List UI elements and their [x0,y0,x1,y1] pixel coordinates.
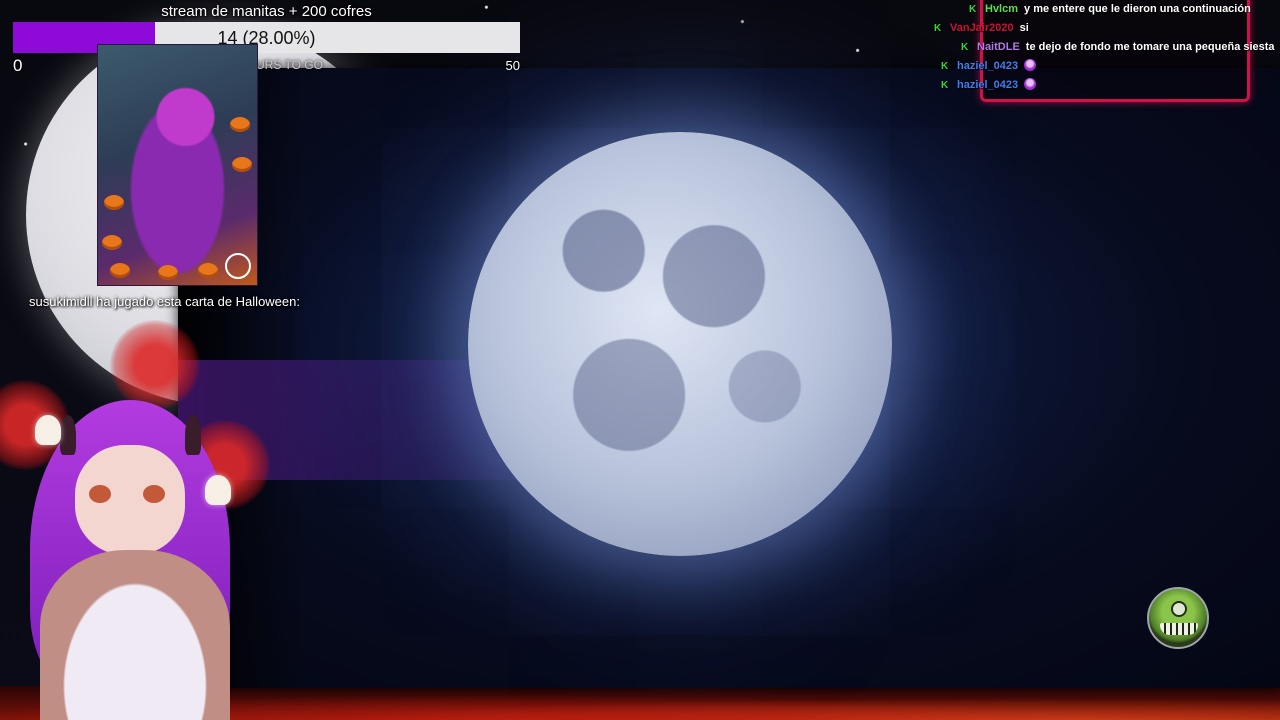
chat-text: te dejo de fondo me tomare una pequeña s… [1025,41,1275,53]
card-played-caption: susukimidll ha jugado esta carta de Hall… [29,294,300,309]
chat-text: si [1019,22,1029,34]
stream-goal-widget: stream de manitas + 200 cofres 14 (28.00… [13,0,520,75]
avatar-horn [60,415,76,455]
pumpkin-icon [102,235,122,250]
kick-badge-icon: K [941,80,949,91]
goal-subtext: URS TO GO [256,58,323,72]
avatar-eye [89,485,111,503]
chat-message: Khaziel_0423 [934,76,1280,95]
pumpkin-icon [230,117,250,132]
red-lily-icon [110,320,200,410]
goal-progress-bar: 14 (28.00%) [13,22,520,53]
goal-progress-value: 14 (28.00%) [217,28,316,48]
avatar-face [75,445,185,555]
chat-text: y me entere que le dieron una continuaci… [1024,3,1251,15]
kick-badge-icon: K [969,4,977,15]
logo-eye [1171,601,1187,617]
halloween-card-image [97,44,258,286]
chat-message: Khaziel_0423 [934,57,1280,76]
chat-username[interactable]: VanJair2020 [950,22,1014,34]
kick-badge-icon: K [934,23,942,34]
ghost-icon [35,415,61,445]
pumpkin-icon [104,195,124,210]
chat-message: K NaitDLE te dejo de fondo me tomare una p… [934,38,1280,57]
purple-emote-icon [1024,78,1037,90]
logo-teeth [1160,623,1198,635]
goal-max-label: 50 [505,58,520,73]
avatar-horn [185,415,201,455]
pumpkin-icon [198,263,218,278]
chat-overlay: K Hvlcm y me entere que le dieron una cont… [934,0,1280,95]
kick-badge-icon: K [961,42,969,53]
chat-message: K VanJair2020 si [934,19,1280,38]
avatar-body [40,550,230,720]
avatar-eye [143,485,165,503]
purple-emote-icon [1024,59,1037,71]
pumpkin-icon [158,265,178,280]
chat-username[interactable]: haziel_0423 [957,79,1018,91]
goal-title: stream de manitas + 200 cofres [161,3,372,20]
chat-username[interactable]: haziel_0423 [957,60,1018,72]
chat-username[interactable]: NaitDLE [977,41,1020,53]
ghost-icon [205,475,231,505]
green-monster-eye-icon [1147,587,1209,649]
full-moon-image [468,132,892,556]
kick-badge-icon: K [941,61,949,72]
card-stamp-icon [225,253,251,279]
pumpkin-icon [110,263,130,278]
chat-message: K Hvlcm y me entere que le dieron una cont… [934,0,1280,19]
pumpkin-icon [232,157,252,172]
vtuber-avatar [0,320,300,720]
goal-min-label: 0 [13,56,23,75]
chat-username[interactable]: Hvlcm [985,3,1018,15]
